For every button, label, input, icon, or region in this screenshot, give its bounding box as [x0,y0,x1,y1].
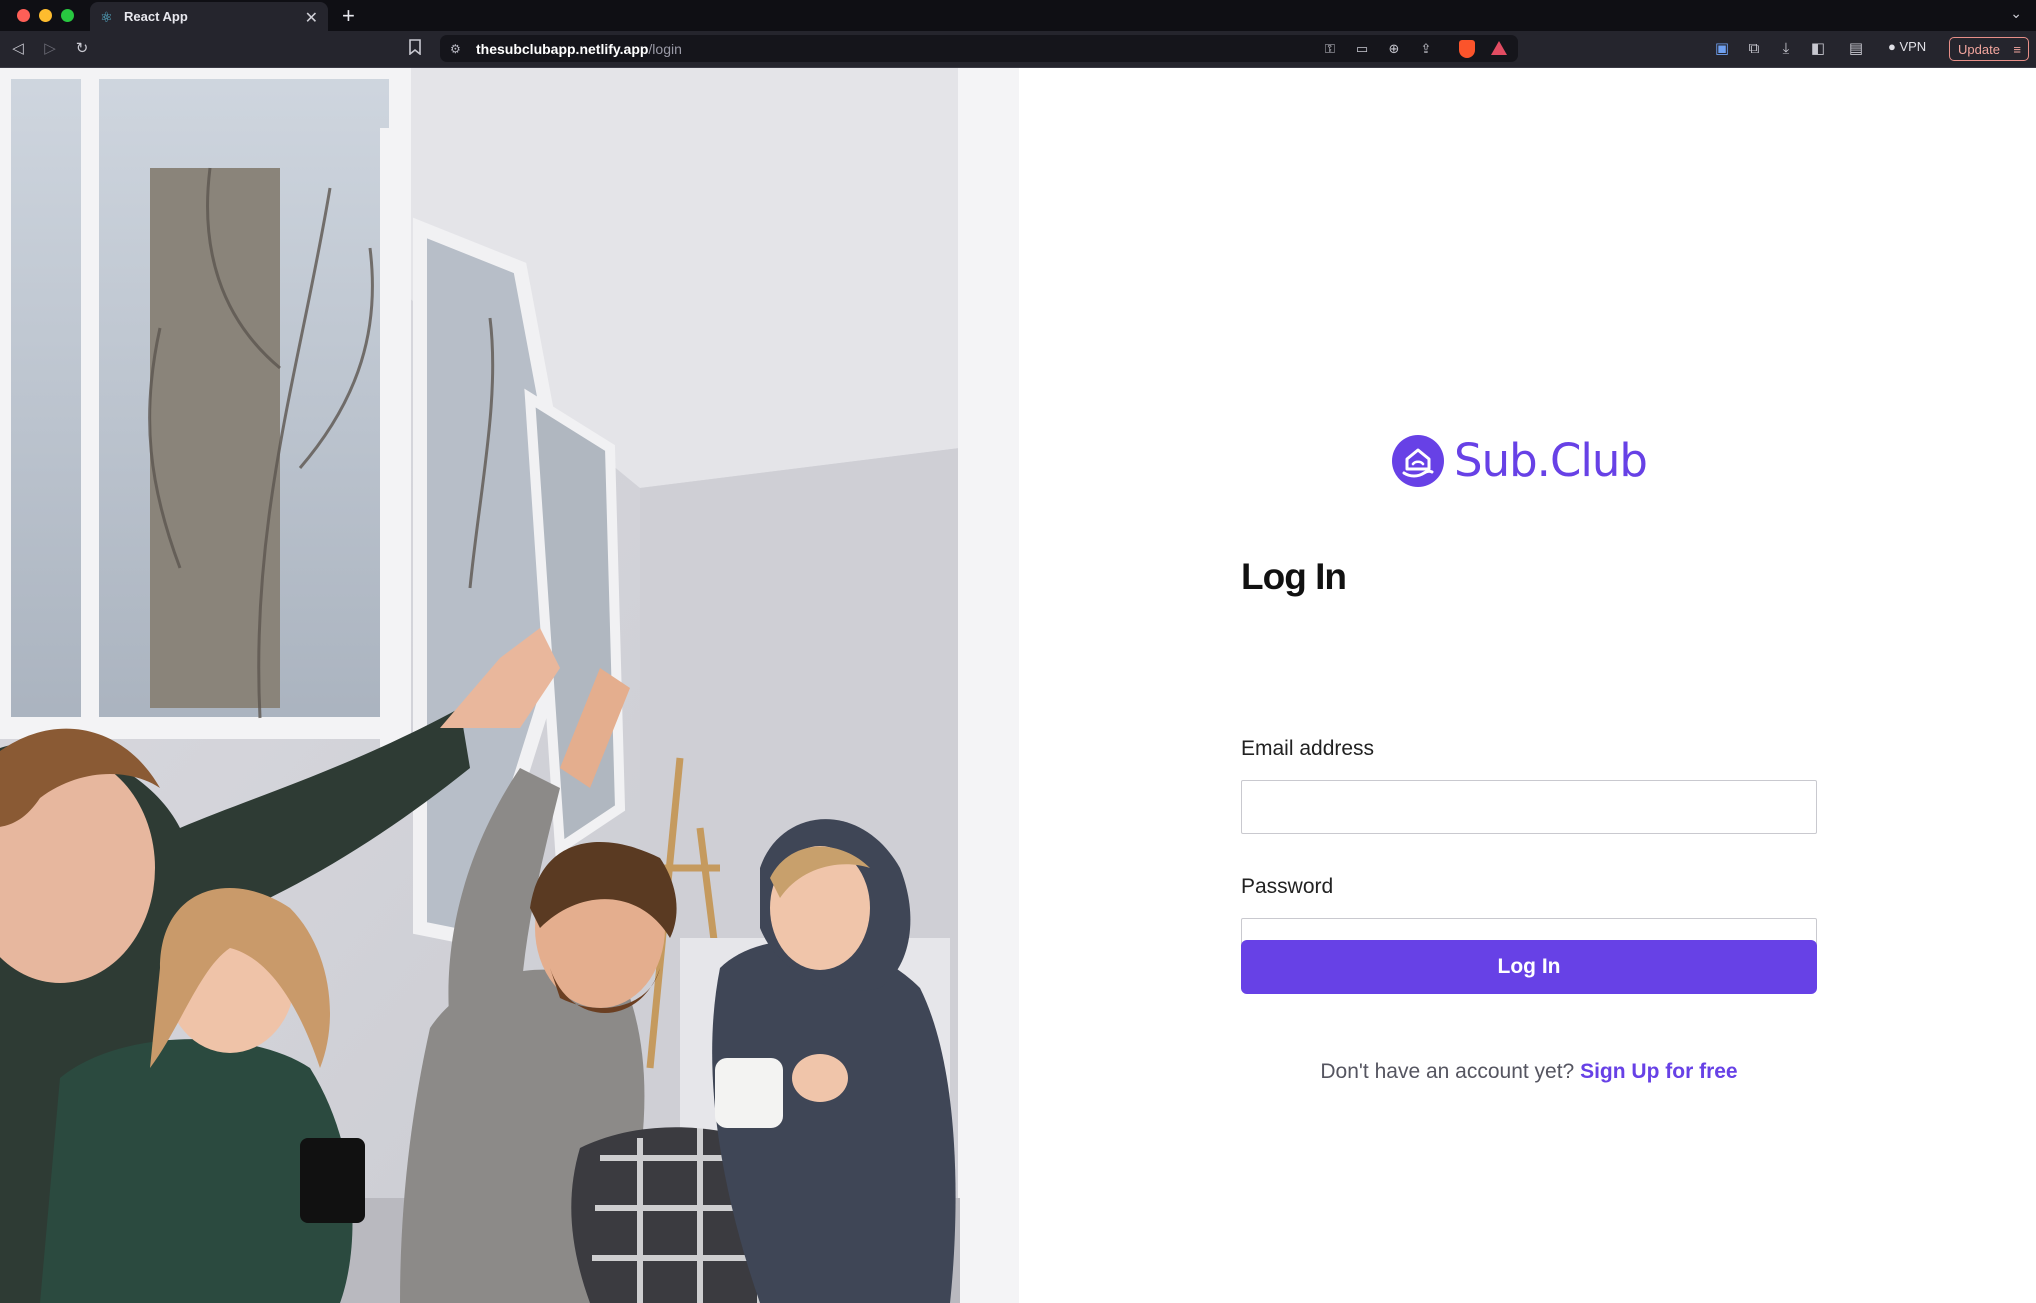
bookmark-icon[interactable] [405,39,425,59]
minimize-window-button[interactable] [39,9,52,22]
tab-list-chevron-icon[interactable]: ⌄ [2010,5,2022,22]
brand-name: Sub.Club [1454,434,1648,487]
reload-icon[interactable]: ↻ [72,39,92,59]
email-label: Email address [1241,737,1375,760]
site-settings-icon[interactable]: ⚙ [450,42,466,56]
forward-icon[interactable]: ▷ [40,39,60,59]
login-button[interactable]: Log In [1241,940,1817,994]
share-icon[interactable]: ⇪ [1416,39,1436,59]
tab-title: React App [124,9,188,24]
url-host: thesubclubapp.netlify.app [476,40,649,57]
new-tab-button[interactable]: + [342,3,355,29]
sidebar-icon[interactable]: ◧ [1808,39,1828,59]
vpn-button[interactable]: ● VPN [1888,39,1926,54]
vpn-label: VPN [1899,39,1927,54]
brave-shield-icon[interactable] [1459,40,1475,58]
email-field[interactable] [1241,780,1817,834]
react-icon: ⚛ [100,8,113,25]
key-icon[interactable]: ⚿ [1320,39,1340,59]
brand-logo: Sub.Club [1392,434,1648,487]
url-path: /login [648,40,682,57]
url-text[interactable]: thesubclubapp.netlify.app/login [476,41,682,57]
extensions-icon[interactable]: ⧉ [1744,39,1764,59]
cast-icon[interactable]: ▭ [1352,39,1372,59]
maximize-window-button[interactable] [61,9,74,22]
browser-tab[interactable]: ⚛ React App ✕ [90,2,328,31]
signup-link[interactable]: Sign Up for free [1580,1060,1738,1083]
signup-prompt-row: Don't have an account yet? Sign Up for f… [1241,1060,1817,1084]
download-icon[interactable]: ⤓ [1776,39,1796,59]
brave-rewards-icon[interactable] [1491,41,1507,55]
wallet-icon[interactable]: ▤ [1846,39,1866,59]
address-bar[interactable]: ⚙ thesubclubapp.netlify.app/login ⚿ ▭ ⊕ … [440,35,1518,62]
update-label: Update [1958,42,2000,57]
window-controls [17,9,74,22]
friends-high-five-photo [0,68,1019,1303]
zoom-icon[interactable]: ⊕ [1384,39,1404,59]
password-label: Password [1241,875,1334,898]
page-title: Log In [1241,556,1347,597]
back-icon[interactable]: ◁ [8,39,28,59]
sub-club-logo-icon [1392,434,1444,487]
browser-tab-bar: ⚛ React App ✕ + ⌄ [0,0,2036,31]
hero-photo [0,68,1019,1303]
browser-toolbar: ◁ ▷ ↻ ⚙ thesubclubapp.netlify.app/login … [0,31,2036,68]
signup-prompt: Don't have an account yet? [1320,1060,1575,1083]
menu-icon: ≡ [2013,42,2021,57]
update-button[interactable]: Update ≡ [1949,37,2029,61]
close-window-button[interactable] [17,9,30,22]
translate-icon[interactable]: ▣ [1712,39,1732,59]
close-tab-icon[interactable]: ✕ [305,8,318,28]
login-panel: Sub.Club Log In Email address Password L… [1019,68,2036,1303]
